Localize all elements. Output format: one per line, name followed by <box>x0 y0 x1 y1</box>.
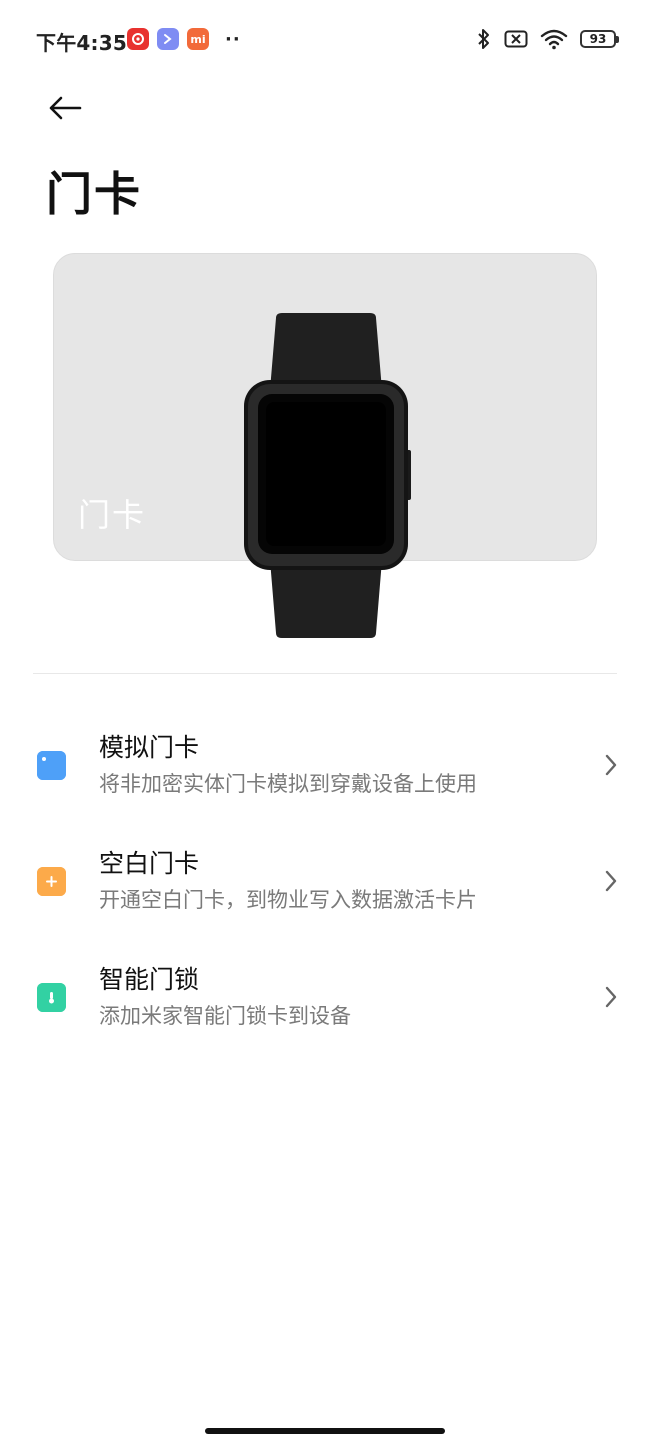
app-icon <box>157 28 179 50</box>
more-notifications-icon: ·· <box>225 28 241 50</box>
list-item-title: 模拟门卡 <box>99 733 200 762</box>
list-item-subtitle: 将非加密实体门卡模拟到穿戴设备上使用 <box>99 772 477 796</box>
page-title: 门卡 <box>46 167 142 221</box>
battery-icon: 93 <box>580 30 619 48</box>
divider <box>33 673 617 674</box>
sim-none-icon <box>504 30 528 48</box>
notification-icons: mi ·· <box>127 28 241 50</box>
mi-icon: mi <box>187 28 209 50</box>
status-right: 93 <box>476 27 619 51</box>
back-arrow-icon <box>49 96 82 120</box>
status-bar: 下午4:35 mi ·· 93 <box>0 0 650 80</box>
netease-music-icon <box>127 28 149 50</box>
list-item-blank-card[interactable]: 空白门卡 开通空白门卡，到物业写入数据激活卡片 <box>0 834 650 930</box>
wifi-icon <box>540 29 568 50</box>
battery-level: 93 <box>589 32 607 46</box>
lock-icon <box>37 983 66 1012</box>
list-item-subtitle: 开通空白门卡，到物业写入数据激活卡片 <box>99 888 477 912</box>
bluetooth-icon <box>478 29 489 49</box>
home-indicator[interactable] <box>205 1428 445 1434</box>
list-item-subtitle: 添加米家智能门锁卡到设备 <box>99 1004 351 1028</box>
card-label: 门卡 <box>78 496 147 534</box>
list-item-title: 空白门卡 <box>99 849 200 878</box>
list-item-smart-lock[interactable]: 智能门锁 添加米家智能门锁卡到设备 <box>0 950 650 1046</box>
mi-label: mi <box>190 32 206 46</box>
list-item-title: 智能门锁 <box>99 965 200 994</box>
chevron-right-icon <box>605 986 617 1008</box>
smart-watch-image <box>244 313 411 638</box>
plus-card-icon <box>37 867 66 896</box>
back-button[interactable] <box>40 86 90 130</box>
chevron-right-icon <box>605 870 617 892</box>
card-icon <box>37 751 66 780</box>
list-item-simulate-card[interactable]: 模拟门卡 将非加密实体门卡模拟到穿戴设备上使用 <box>0 718 650 814</box>
chevron-right-icon <box>605 754 617 776</box>
status-time: 下午4:35 <box>36 31 127 55</box>
